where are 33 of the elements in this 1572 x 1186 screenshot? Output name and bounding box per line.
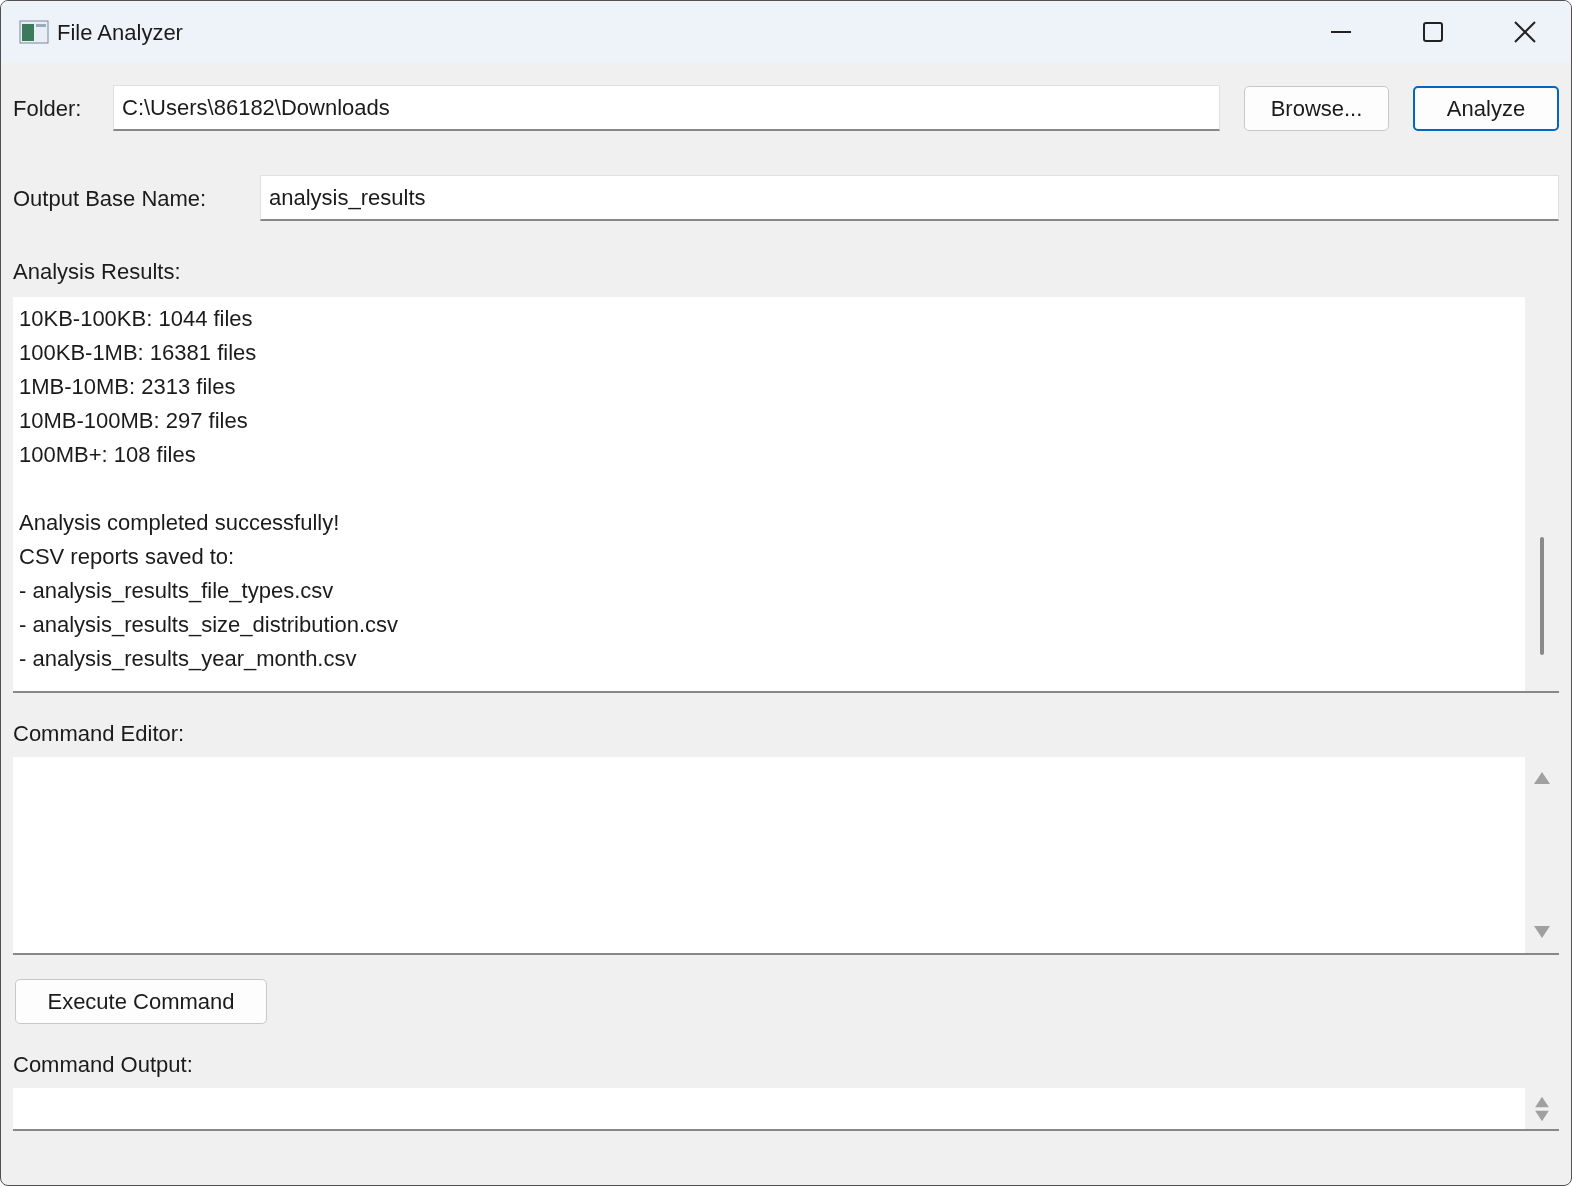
output-name-label: Output Base Name: <box>13 184 208 213</box>
result-line: 1MB-10MB: 2313 files <box>19 373 237 401</box>
execute-command-button[interactable]: Execute Command <box>15 979 267 1024</box>
folder-label: Folder: <box>13 94 83 123</box>
push-button[interactable]: Analyze <box>1413 85 1559 131</box>
command-output-field[interactable] <box>13 1088 1559 1131</box>
result-line: - analysis_results_size_distribution.csv <box>19 611 400 639</box>
result-line: 10MB-100MB: 297 files <box>19 407 249 435</box>
command-output-label: Command Output: <box>13 1051 194 1079</box>
close-icon <box>1514 21 1536 43</box>
results-text-area[interactable] <box>13 297 1559 693</box>
results-label: Analysis Results: <box>13 258 182 286</box>
result-line: CSV reports saved to: <box>19 543 236 571</box>
scrollbar-thumb[interactable] <box>1540 537 1544 655</box>
maximize-icon <box>1423 22 1443 42</box>
command-editor-label: Command Editor: <box>13 720 186 748</box>
result-line: 100KB-1MB: 16381 files <box>19 339 258 367</box>
result-line: - analysis_results_file_types.csv <box>19 577 335 605</box>
minimize-icon <box>1331 31 1351 33</box>
command-editor-field[interactable] <box>13 757 1559 955</box>
result-line: 100MB+: 108 files <box>19 441 197 469</box>
scroll-down-icon[interactable] <box>1534 1109 1550 1122</box>
window-title: File Analyzer <box>57 18 183 47</box>
result-line: 10KB-100KB: 1044 files <box>19 305 254 333</box>
result-line: - analysis_results_year_month.csv <box>19 645 358 673</box>
scroll-down-icon[interactable] <box>1533 925 1551 939</box>
scroll-up-icon[interactable] <box>1533 771 1551 785</box>
result-line: Analysis completed successfully! <box>19 509 341 537</box>
output-name-field[interactable]: analysis_results <box>260 175 1559 221</box>
folder-field[interactable]: C:\Users\86182\Downloads <box>113 85 1220 131</box>
app-icon <box>19 20 49 44</box>
push-button[interactable]: Browse... <box>1244 85 1389 131</box>
scroll-up-icon[interactable] <box>1534 1095 1550 1108</box>
